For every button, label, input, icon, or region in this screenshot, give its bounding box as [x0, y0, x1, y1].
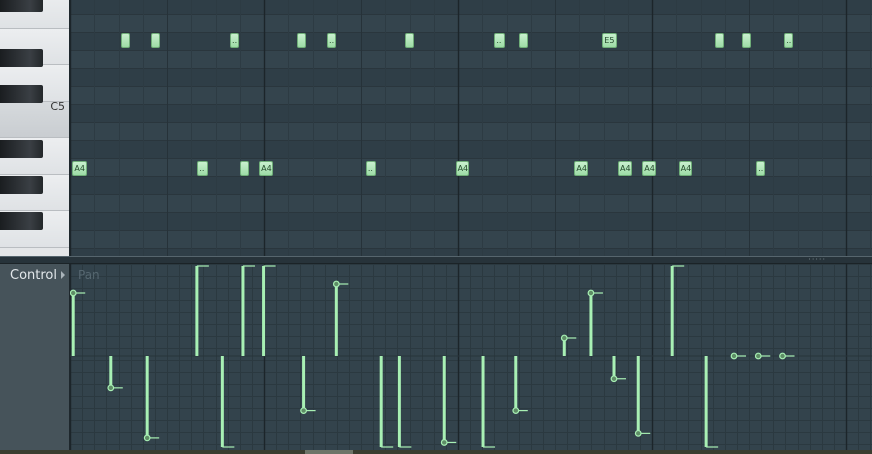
pan-event-handle[interactable] [143, 434, 151, 442]
note-a4[interactable]: A4 [455, 161, 470, 176]
black-key[interactable] [0, 0, 43, 12]
note-e5[interactable] [120, 33, 130, 48]
grid-row [70, 68, 872, 86]
note-e5[interactable]: .. [230, 33, 240, 48]
grid-row [70, 32, 872, 50]
note-e5[interactable]: E5 [602, 33, 618, 48]
panel-splitter[interactable]: ····· [0, 256, 872, 264]
grid-row [70, 0, 872, 14]
note-grid[interactable]: A4.... A4.... A4.. A4 E5 A4 A4 A4.... [70, 0, 872, 256]
pan-event-handle[interactable] [634, 429, 642, 437]
pan-event-handle[interactable] [754, 352, 762, 360]
pan-event-handle[interactable] [512, 407, 520, 415]
note-a4[interactable]: .. [197, 161, 208, 176]
grid-row [70, 248, 872, 256]
note-a4[interactable]: A4 [678, 161, 693, 176]
grid-row [70, 212, 872, 230]
parameter-label-pan: Pan [78, 268, 100, 282]
note-a4[interactable]: A4 [259, 161, 273, 176]
note-e5[interactable] [296, 33, 306, 48]
grid-row [70, 230, 872, 248]
note-e5[interactable] [741, 33, 751, 48]
note-a4[interactable]: .. [756, 161, 766, 176]
control-menu-arrow-icon[interactable] [61, 271, 65, 279]
grid-row [70, 194, 872, 212]
grid-row [70, 122, 872, 140]
horizontal-scrollbar[interactable] [0, 450, 872, 454]
pan-event-handle[interactable] [779, 352, 786, 360]
black-key[interactable] [0, 176, 43, 194]
grid-row [70, 158, 872, 176]
key-label-c5: C5 [50, 100, 65, 113]
pan-event-handle[interactable] [332, 280, 340, 288]
pan-event-handle[interactable] [107, 384, 115, 392]
note-e5[interactable]: .. [784, 33, 794, 48]
grid-row [70, 140, 872, 158]
note-e5[interactable] [518, 33, 528, 48]
pan-event-handle[interactable] [610, 375, 618, 383]
pan-event-handle[interactable] [560, 334, 568, 342]
note-e5[interactable] [151, 33, 161, 48]
event-editor-header: Control [0, 264, 70, 454]
note-a4[interactable]: .. [365, 161, 377, 176]
pan-event-handle[interactable] [300, 407, 307, 415]
grid-row [70, 176, 872, 194]
pan-event-handle[interactable] [440, 439, 448, 446]
note-a4[interactable]: A4 [72, 161, 88, 176]
grid-row [70, 50, 872, 68]
note-e5[interactable] [404, 33, 414, 48]
grid-row [70, 104, 872, 122]
pan-event-lanes[interactable] [70, 264, 872, 450]
pan-event-handle[interactable] [587, 289, 595, 297]
note-a4[interactable]: A4 [574, 161, 588, 176]
grid-row [70, 14, 872, 32]
event-editor[interactable] [70, 264, 872, 450]
pan-event-handle[interactable] [730, 352, 738, 360]
note-e5[interactable] [715, 33, 725, 48]
note-a4[interactable]: A4 [642, 161, 656, 176]
piano-keyboard[interactable]: C5 [0, 0, 70, 256]
pan-event-handle[interactable] [70, 289, 77, 297]
note-a4[interactable] [239, 161, 249, 176]
note-grid-lines [70, 0, 872, 256]
black-key[interactable] [0, 85, 43, 103]
scrollbar-thumb[interactable] [305, 450, 353, 454]
note-e5[interactable]: .. [327, 33, 337, 48]
splitter-grip-icon[interactable]: ····· [808, 256, 826, 264]
control-label[interactable]: Control [10, 268, 57, 283]
black-key[interactable] [0, 49, 43, 67]
grid-row [70, 86, 872, 104]
piano-roll-window: C5 A4.... A4.... A4.. A4 E5 A4 A4 A4.... ····· … [0, 0, 872, 454]
black-key[interactable] [0, 212, 43, 230]
note-a4[interactable]: A4 [618, 161, 632, 176]
black-key[interactable] [0, 140, 43, 158]
note-e5[interactable]: .. [494, 33, 505, 48]
